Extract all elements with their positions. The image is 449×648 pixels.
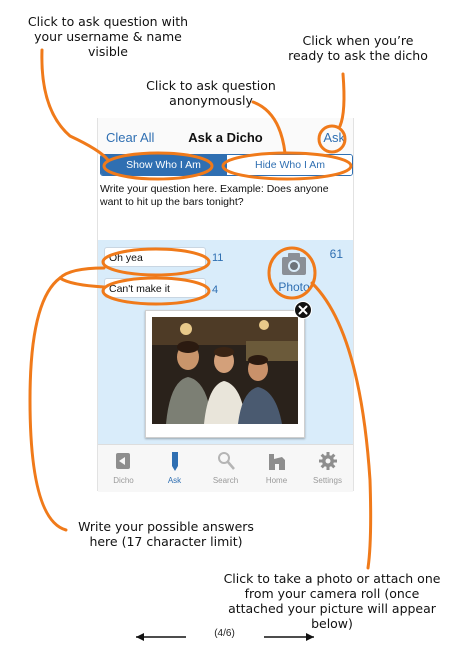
dicho-icon	[116, 453, 130, 469]
phone-screen: Clear All Ask a Dicho Ask Show Who I Am …	[97, 118, 354, 492]
hide-who-i-am-segment[interactable]: Hide Who I Am	[226, 155, 352, 175]
tab-label-ask: Ask	[167, 476, 182, 485]
question-input[interactable]: Write your question here. Example: Does …	[100, 183, 350, 209]
answer-field-2[interactable]: Can't make it	[104, 278, 206, 298]
tab-settings[interactable]: Settings	[302, 445, 353, 492]
identity-segmented-control: Show Who I Am Hide Who I Am	[100, 154, 353, 176]
nav-bar: Clear All Ask a Dicho Ask	[98, 118, 353, 154]
photo-button[interactable]: Photo	[274, 251, 314, 296]
tab-label-settings: Settings	[313, 476, 342, 485]
group-photo-image	[152, 317, 298, 424]
tab-label-search: Search	[212, 476, 239, 485]
magnifier-icon	[218, 452, 235, 470]
camera-icon	[282, 253, 306, 275]
gear-icon	[319, 452, 337, 470]
remove-photo-icon[interactable]	[294, 301, 312, 319]
tab-bar: Dicho Ask Search Home Settings	[98, 444, 353, 492]
tab-dicho[interactable]: Dicho	[98, 445, 149, 492]
annotation-username: Click to ask question with your username…	[27, 14, 189, 59]
tab-search[interactable]: Search	[200, 445, 251, 492]
show-who-i-am-segment[interactable]: Show Who I Am	[101, 155, 226, 175]
answer-count-2: 4	[212, 284, 219, 296]
photo-label: Photo	[278, 280, 310, 294]
ask-button[interactable]: Ask	[323, 130, 345, 145]
tab-label-home: Home	[265, 476, 288, 485]
annotation-ready: Click when you’re ready to ask the dicho	[288, 33, 428, 63]
pencil-icon	[172, 452, 178, 471]
annotation-answers: Write your possible answers here (17 cha…	[78, 519, 254, 549]
answers-panel: 61 Oh yea 11 Can't make it 4 Photo	[98, 240, 353, 444]
attached-photo	[145, 310, 305, 438]
character-count: 61	[329, 247, 343, 261]
tab-home[interactable]: Home	[251, 445, 302, 492]
tab-ask[interactable]: Ask	[149, 445, 200, 492]
annotation-anonymous: Click to ask question anonymously	[146, 78, 276, 108]
answer-field-1[interactable]: Oh yea	[104, 247, 206, 267]
page-indicator: (4/6)	[214, 628, 235, 639]
page-title: Ask a Dicho	[188, 130, 263, 145]
home-icon	[269, 454, 285, 470]
annotation-photo: Click to take a photo or attach one from…	[223, 571, 441, 631]
answer-count-1: 11	[212, 252, 224, 264]
tab-label-dicho: Dicho	[113, 476, 134, 485]
leader-answers-long	[28, 276, 68, 532]
